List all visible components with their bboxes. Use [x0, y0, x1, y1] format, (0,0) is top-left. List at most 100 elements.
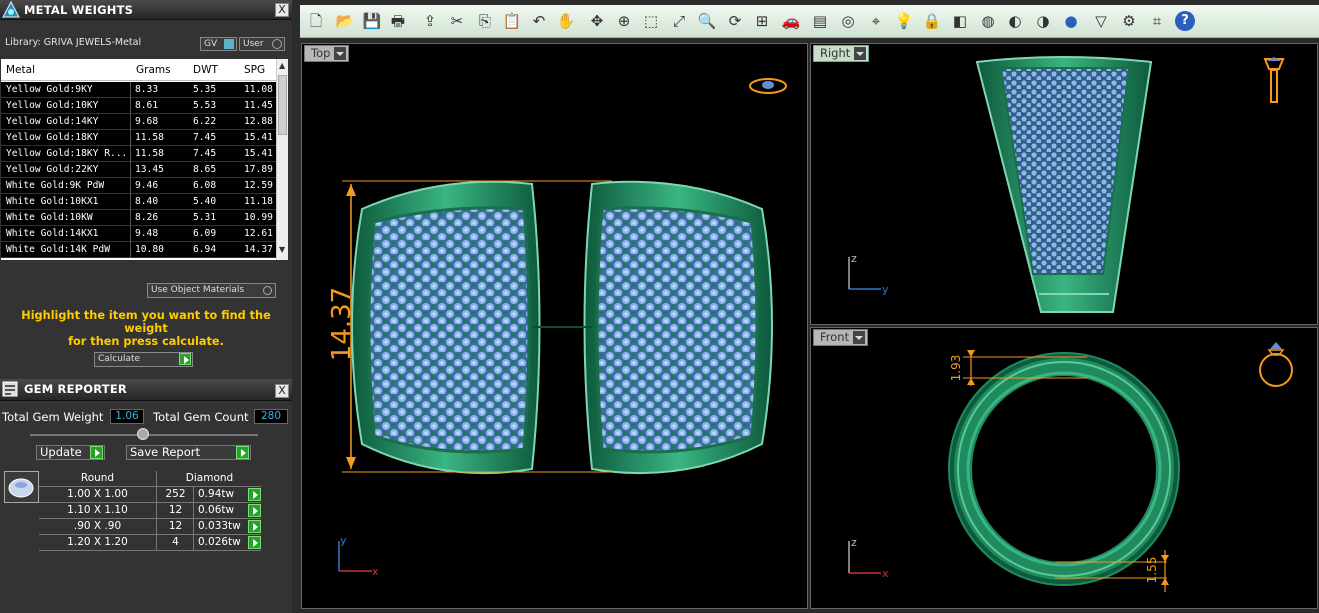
metal-table-row[interactable]: White Gold:10KW 8.26 5.31 10.99 [1, 210, 276, 226]
move-icon[interactable]: ✥ [587, 11, 607, 31]
transform-icon[interactable]: ⌗ [1147, 11, 1167, 31]
main-toolbar: 🗋 📂 💾 🖶 ⇪ ✂ ⎘ 📋 ↶ ✋ ✥ ⊕ ⬚ ⤢ 🔍 ⟳ ⊞ 🚗 ▤ ◎ ⌖ 💡 🔒 ◧ ◍ ◐ ◑ ● ▽ ⚙ ⌗? [300, 5, 1319, 38]
four-views-icon[interactable]: ⊞ [752, 11, 772, 31]
grams-cell: 8.26 [135, 212, 159, 223]
grams-cell: 8.33 [135, 84, 159, 95]
color-wheel-icon[interactable]: ◍ [978, 11, 998, 31]
gem-row-go-icon[interactable] [248, 520, 261, 533]
left-panel: METAL WEIGHTS X Library: GRIVA JEWELS-Me… [0, 0, 292, 613]
zoom-in-icon[interactable]: ⊕ [614, 11, 634, 31]
metal-table-row[interactable]: Yellow Gold:9KY 8.33 5.35 11.08 [1, 82, 276, 98]
settings-gear-icon[interactable]: ⚙ [1119, 11, 1139, 31]
front-view-bottom-dimension: 1.55 [1145, 557, 1159, 584]
copy-icon[interactable]: ⎘ [475, 11, 495, 31]
metal-table-vscrollbar[interactable]: ▲ ▼ [276, 59, 288, 260]
object-snap-icon[interactable]: ⌖ [866, 11, 886, 31]
help-icon[interactable]: ? [1175, 11, 1195, 31]
new-icon[interactable]: 🗋 [306, 11, 326, 31]
metal-table-row[interactable]: Yellow Gold:18KY R... 11.58 7.45 15.41 [1, 146, 276, 162]
scroll-down-arrow-icon[interactable]: ▼ [279, 245, 285, 254]
metal-weights-titlebar: METAL WEIGHTS X [0, 0, 292, 20]
gem-row-go-icon[interactable] [248, 488, 261, 501]
cut-icon[interactable]: ✂ [447, 11, 467, 31]
grams-cell: 11.58 [135, 148, 164, 159]
save-icon[interactable]: 💾 [362, 11, 382, 31]
gem-table-header: Round Diamond [39, 471, 261, 487]
metal-name-cell: Yellow Gold:18KY R... [6, 148, 128, 159]
zoom-selected-icon[interactable]: 🔍 [697, 11, 717, 31]
metal-table-row[interactable]: Yellow Gold:18KY 11.58 7.45 15.41 [1, 130, 276, 146]
svg-text:x: x [372, 565, 379, 578]
undo-icon[interactable]: ↶ [529, 11, 549, 31]
light-bulb-icon[interactable]: 💡 [894, 11, 914, 31]
update-button[interactable]: Update [36, 445, 105, 460]
export-icon[interactable]: ⇪ [420, 11, 440, 31]
dwt-cell: 6.09 [193, 228, 217, 239]
spg-cell: 14.37 [244, 244, 273, 255]
spg-cell: 11.45 [244, 100, 273, 111]
metal-name-cell: Yellow Gold:18KY [6, 132, 99, 143]
gem-reporter-close-button[interactable]: X [275, 384, 289, 398]
col-spg[interactable]: SPG [244, 64, 265, 76]
metal-table-row[interactable]: White Gold:10KX1 8.40 5.40 11.18 [1, 194, 276, 210]
snap-icon[interactable]: ◎ [838, 11, 858, 31]
grams-cell: 9.68 [135, 116, 159, 127]
right-viewport[interactable]: Right y z [810, 43, 1318, 325]
rotate-view-icon[interactable]: ⟳ [725, 11, 745, 31]
zoom-extents-icon[interactable]: ⤢ [669, 11, 689, 31]
metal-weights-help-text: Highlight the item you want to find the … [21, 309, 271, 348]
metal-table-vscroll-thumb[interactable] [278, 75, 287, 135]
top-viewport[interactable]: Top 14.37 x y [301, 43, 808, 609]
save-report-button[interactable]: Save Report [126, 445, 251, 460]
round-diamond-icon [8, 478, 34, 498]
total-gem-count-label: Total Gem Count [153, 410, 249, 424]
spg-cell: 15.41 [244, 148, 273, 159]
col-grams[interactable]: Grams [136, 64, 171, 76]
calculate-button[interactable]: Calculate [94, 352, 193, 367]
front-viewport[interactable]: Front 1.93 1.55 x z [810, 327, 1318, 609]
metal-table-row[interactable]: Yellow Gold:10KY 8.61 5.53 11.45 [1, 98, 276, 114]
pan-hand-icon[interactable]: ✋ [556, 11, 576, 31]
render-icon[interactable]: ◑ [1033, 11, 1053, 31]
car-icon[interactable]: 🚗 [781, 11, 801, 31]
gem-slider-handle[interactable] [137, 428, 149, 440]
metal-name-cell: White Gold:14KX1 [6, 228, 99, 239]
total-gem-weight-value: 1.06 [110, 409, 144, 424]
scroll-up-arrow-icon[interactable]: ▲ [279, 61, 285, 70]
metal-table-row[interactable]: White Gold:9K PdW 9.46 6.08 12.59 [1, 178, 276, 194]
gem-count-cell: 12 [158, 519, 194, 535]
metal-weights-table[interactable]: Metal Grams DWT SPG Yellow Gold:9KY 8.33 5… [1, 59, 288, 260]
metal-table-row[interactable]: White Gold:14KX1 9.48 6.09 12.61 [1, 226, 276, 242]
gem-row-go-icon[interactable] [248, 536, 261, 549]
metal-name-cell: Yellow Gold:9KY [6, 84, 93, 95]
metal-table-row[interactable]: White Gold:14K PdW 10.80 6.94 14.37 [1, 242, 276, 258]
spg-cell: 11.08 [244, 84, 273, 95]
shade-icon[interactable]: ◐ [1005, 11, 1025, 31]
gem-count-cell: 12 [158, 503, 194, 519]
col-dwt[interactable]: DWT [193, 64, 218, 76]
lock-icon[interactable]: 🔒 [922, 11, 942, 31]
layer-icon[interactable]: ▤ [810, 11, 830, 31]
paste-icon[interactable]: 📋 [502, 11, 522, 31]
spg-cell: 10.99 [244, 212, 273, 223]
sphere-icon[interactable]: ● [1061, 11, 1081, 31]
cone-icon[interactable]: ▽ [1091, 11, 1111, 31]
svg-text:y: y [340, 534, 347, 547]
svg-text:z: z [851, 536, 857, 549]
metal-name-cell: White Gold:9K PdW [6, 180, 105, 191]
gem-row-go-icon[interactable] [248, 504, 261, 517]
material-icon[interactable]: ◧ [950, 11, 970, 31]
dwt-cell: 8.65 [193, 164, 217, 175]
open-icon[interactable]: 📂 [335, 11, 355, 31]
metal-table-row[interactable]: Yellow Gold:22KY 13.45 8.65 17.89 [1, 162, 276, 178]
use-object-materials-checkbox[interactable]: Use Object Materials [147, 283, 276, 298]
user-toggle[interactable]: User [239, 37, 285, 51]
gv-toggle[interactable]: GV [200, 37, 237, 51]
grams-cell: 10.80 [135, 244, 164, 255]
zoom-window-icon[interactable]: ⬚ [641, 11, 661, 31]
col-metal[interactable]: Metal [6, 64, 35, 76]
front-view-top-dimension: 1.93 [949, 355, 963, 382]
metal-table-row[interactable]: Yellow Gold:14KY 9.68 6.22 12.88 [1, 114, 276, 130]
print-icon[interactable]: 🖶 [388, 11, 408, 31]
metal-weights-close-button[interactable]: X [275, 3, 289, 17]
